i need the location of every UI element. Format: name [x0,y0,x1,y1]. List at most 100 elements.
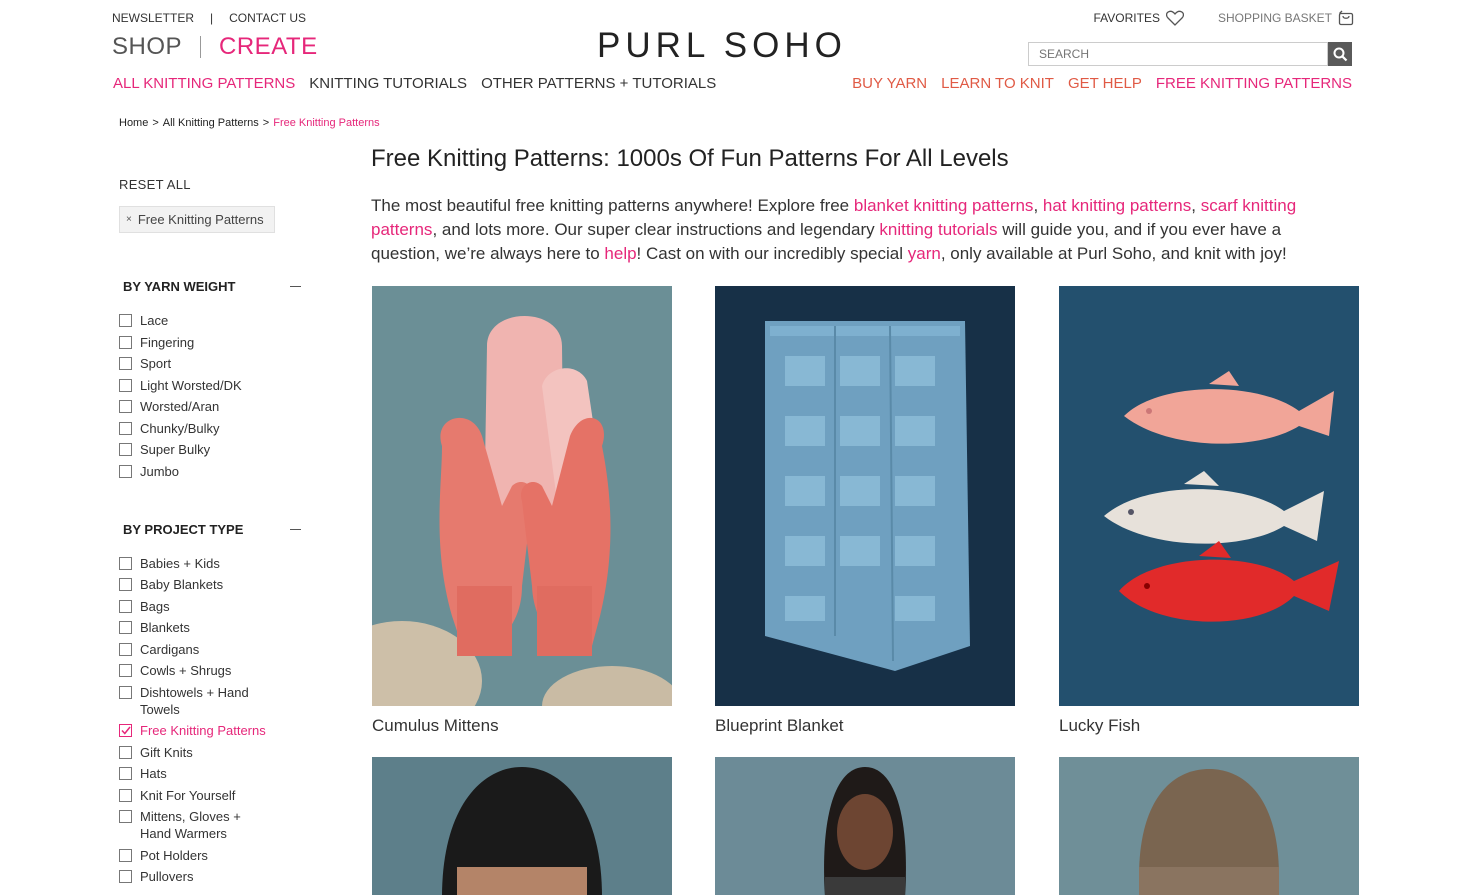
checkbox[interactable] [119,767,132,780]
filter-option[interactable]: Super Bulky [119,441,309,458]
product-image[interactable] [372,757,672,895]
checkbox[interactable] [119,642,132,656]
filter-option[interactable]: Sport [119,355,309,372]
shopping-basket-link[interactable]: SHOPPING BASKET [1218,10,1354,26]
checkbox[interactable] [119,335,132,349]
checkbox[interactable] [119,421,132,435]
product-card[interactable] [372,757,672,895]
checkbox[interactable] [119,685,132,699]
filter-option[interactable]: Light Worsted/DK [119,377,309,394]
collapse-icon[interactable] [290,286,301,287]
nav-other-patterns[interactable]: OTHER PATTERNS + TUTORIALS [481,75,716,92]
checkbox[interactable] [119,464,132,478]
product-image[interactable] [715,286,1015,706]
filter-option[interactable]: Dishtowels + Hand Towels [119,684,309,718]
knitting-tutorials-link[interactable]: knitting tutorials [879,220,997,239]
filter-option[interactable]: Gift Knits [119,744,309,761]
product-card[interactable]: Cumulus Mittens [372,286,672,736]
filter-option[interactable]: Free Knitting Patterns [119,722,309,739]
filter-option[interactable]: Knit For Yourself [119,787,309,804]
filter-option[interactable]: Lace [119,312,309,329]
breadcrumb-home[interactable]: Home [119,117,148,129]
filter-option[interactable]: Worsted/Aran [119,398,309,415]
search-bar [1028,42,1352,66]
filter-option-label: Fingering [140,334,195,350]
product-image[interactable] [1059,286,1359,706]
checkbox[interactable] [119,870,132,883]
filter-option[interactable]: Hats [119,765,309,782]
checkbox[interactable] [119,848,132,862]
reset-all-button[interactable]: RESET ALL [119,177,191,192]
checkbox[interactable] [119,621,132,634]
checkbox[interactable] [119,745,132,759]
filter-option-label: Mittens, Gloves + Hand Warmers [140,809,241,841]
project-type-list: Babies + Kids Baby Blankets Bags Blankets Ca… [119,555,309,886]
help-link[interactable]: help [604,244,636,263]
breadcrumb-current[interactable]: Free Knitting Patterns [273,117,379,129]
checkbox[interactable] [119,443,132,456]
utility-separator: | [210,11,214,25]
product-image[interactable] [1059,757,1359,895]
checkbox[interactable] [119,664,132,677]
checkbox[interactable] [119,400,132,413]
filter-option[interactable]: Chunky/Bulky [119,420,309,437]
blanket-patterns-link[interactable]: blanket knitting patterns [854,196,1034,215]
filter-option[interactable]: Cardigans [119,641,309,658]
product-card[interactable] [1059,757,1359,895]
nav-get-help[interactable]: GET HELP [1068,75,1142,92]
yarn-link[interactable]: yarn [908,244,941,263]
search-input[interactable] [1028,42,1328,66]
site-logo[interactable]: PURL SOHO [597,26,847,66]
collapse-icon[interactable] [290,528,301,530]
filter-option[interactable]: Pot Holders [119,847,309,864]
project-type-header[interactable]: BY PROJECT TYPE [119,522,309,537]
filter-option[interactable]: Jumbo [119,463,309,480]
create-link[interactable]: CREATE [219,33,318,61]
nav-all-knitting-patterns[interactable]: ALL KNITTING PATTERNS [113,75,295,92]
nav-learn-to-knit[interactable]: LEARN TO KNIT [941,75,1054,92]
search-button[interactable] [1328,42,1352,66]
active-filter-chip[interactable]: × Free Knitting Patterns [119,206,275,233]
project-type-title: BY PROJECT TYPE [123,521,244,537]
filter-option[interactable]: Blankets [119,619,309,636]
nav-buy-yarn[interactable]: BUY YARN [852,75,927,92]
filter-sidebar: RESET ALL × Free Knitting Patterns BY YA… [119,176,309,890]
filter-option[interactable]: Baby Blankets [119,576,309,593]
checkbox[interactable] [119,810,132,823]
checkbox[interactable] [119,578,132,591]
checkbox[interactable] [119,556,132,570]
filter-option[interactable]: Mittens, Gloves + Hand Warmers [119,808,309,842]
product-name[interactable]: Blueprint Blanket [715,716,1015,736]
filter-option[interactable]: Bags [119,598,309,615]
nav-knitting-tutorials[interactable]: KNITTING TUTORIALS [309,75,467,92]
product-card[interactable]: Blueprint Blanket [715,286,1015,736]
nav-free-knitting-patterns[interactable]: FREE KNITTING PATTERNS [1156,75,1352,92]
checkbox[interactable] [119,599,132,613]
hat-patterns-link[interactable]: hat knitting patterns [1043,196,1191,215]
product-image[interactable] [372,286,672,706]
checkbox[interactable] [119,724,132,737]
product-card[interactable]: Lucky Fish [1059,286,1359,736]
checkbox[interactable] [119,314,132,327]
newsletter-link[interactable]: NEWSLETTER [112,11,194,25]
checkbox[interactable] [119,788,132,802]
product-name[interactable]: Lucky Fish [1059,716,1359,736]
intro-text: , [1033,196,1043,215]
remove-filter-icon[interactable]: × [126,214,132,225]
filter-option[interactable]: Cowls + Shrugs [119,662,309,679]
breadcrumb-all-patterns[interactable]: All Knitting Patterns [163,117,259,129]
filter-option[interactable]: Pullovers [119,868,309,885]
yarn-weight-header[interactable]: BY YARN WEIGHT [119,279,309,294]
favorites-link[interactable]: FAVORITES [1094,10,1184,26]
filter-option[interactable]: Babies + Kids [119,555,309,572]
shop-link[interactable]: SHOP [112,33,182,61]
product-name[interactable]: Cumulus Mittens [372,716,672,736]
product-image[interactable] [715,757,1015,895]
utility-nav: NEWSLETTER | CONTACT US [112,11,306,25]
mode-divider [200,36,202,58]
contact-us-link[interactable]: CONTACT US [229,11,306,25]
checkbox[interactable] [119,378,132,392]
checkbox[interactable] [119,357,132,370]
filter-option[interactable]: Fingering [119,334,309,351]
product-card[interactable] [715,757,1015,895]
